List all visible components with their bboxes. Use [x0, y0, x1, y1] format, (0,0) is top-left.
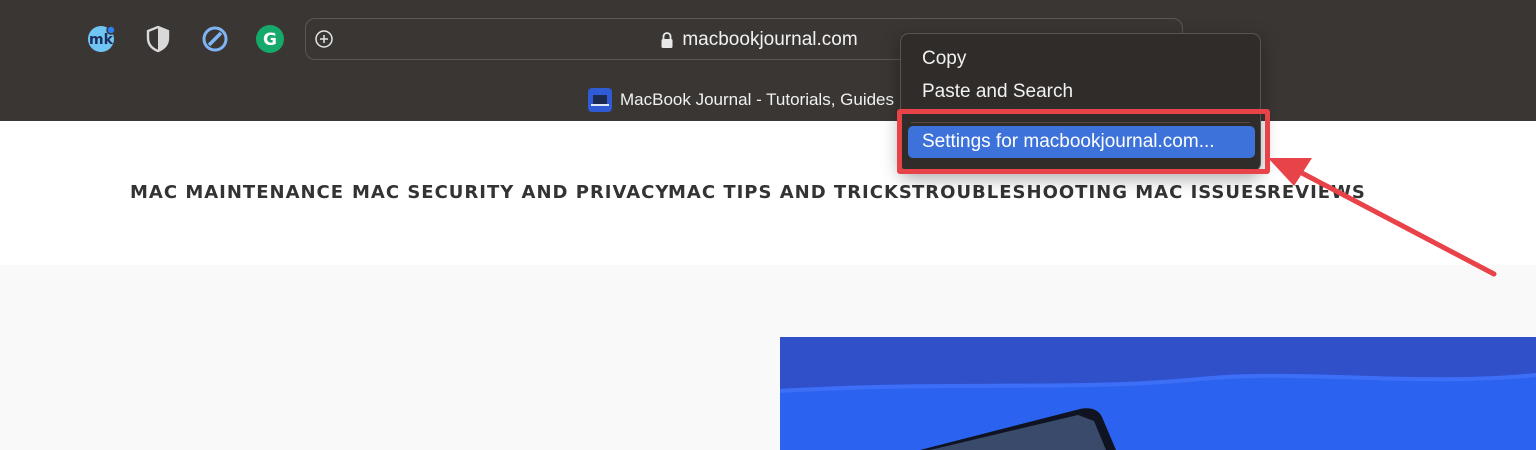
shield-icon[interactable]	[143, 24, 173, 54]
highlight-box	[897, 109, 1270, 174]
nav-reviews[interactable]: REVIEWS	[1267, 182, 1366, 203]
lock-icon	[661, 32, 673, 48]
nav-mac-tips-and-tricks[interactable]: MAC TIPS AND TRICKS	[668, 182, 913, 203]
browser-toolbar: mk G macbookjournal.com MacBook Journal …	[0, 0, 1536, 121]
grammarly-icon[interactable]: G	[255, 24, 285, 54]
site-nav: MAC MAINTENANCE MAC SECURITY AND PRIVACY…	[0, 182, 1536, 204]
tab-title-text: MacBook Journal - Tutorials, Guides	[620, 90, 895, 109]
address-url[interactable]: macbookjournal.com	[682, 29, 857, 51]
tab-title[interactable]: MacBook Journal - Tutorials, Guides	[588, 88, 894, 112]
nav-troubleshooting-mac-issues[interactable]: TROUBLESHOOTING MAC ISSUES	[912, 182, 1268, 203]
blocked-icon[interactable]	[200, 24, 230, 54]
nav-mac-maintenance[interactable]: MAC MAINTENANCE	[130, 182, 344, 203]
menu-item-paste-and-search[interactable]: Paste and Search	[922, 81, 1073, 103]
mk-extension-icon[interactable]: mk	[86, 24, 116, 54]
nav-mac-security-and-privacy[interactable]: MAC SECURITY AND PRIVACY	[352, 182, 669, 203]
svg-text:G: G	[263, 30, 277, 50]
menu-item-copy[interactable]: Copy	[922, 48, 966, 70]
hero-image	[780, 337, 1536, 450]
site-favicon	[588, 88, 612, 112]
